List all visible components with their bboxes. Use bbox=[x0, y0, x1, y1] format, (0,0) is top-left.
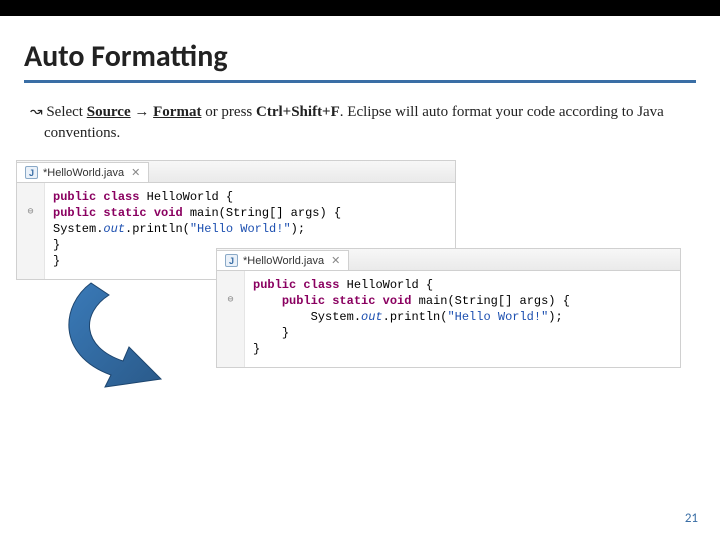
tab-bar: J *HelloWorld.java ✕ bbox=[17, 161, 455, 183]
kw: void bbox=[383, 294, 412, 308]
tok: ); bbox=[548, 310, 562, 324]
bullet-icon: ↝ bbox=[30, 103, 43, 120]
instr-menu1: Source bbox=[87, 104, 131, 120]
fold-icon[interactable]: ⊖ bbox=[217, 293, 244, 309]
java-file-icon: J bbox=[225, 254, 238, 267]
kw: static bbox=[332, 294, 375, 308]
static-field: out bbox=[361, 310, 383, 324]
transition-arrow-icon bbox=[51, 275, 211, 405]
tok: .println( bbox=[383, 310, 448, 324]
tok: { bbox=[419, 278, 433, 292]
close-icon[interactable]: ✕ bbox=[331, 254, 340, 267]
tab-label: *HelloWorld.java bbox=[243, 255, 324, 267]
tok: } bbox=[253, 342, 260, 356]
kw: void bbox=[154, 206, 183, 220]
kw: class bbox=[103, 190, 139, 204]
slide: Auto Formatting ↝ Select Source → Format… bbox=[0, 0, 720, 540]
tok: } bbox=[282, 326, 289, 340]
tok: } bbox=[53, 254, 60, 268]
tok: } bbox=[53, 238, 60, 252]
gutter: ⊖ bbox=[217, 271, 245, 367]
code-area[interactable]: public class HelloWorld { public static … bbox=[245, 271, 680, 367]
tok: { bbox=[219, 190, 233, 204]
instr-shortcut: Ctrl+Shift+F bbox=[256, 104, 340, 120]
cls: HelloWorld bbox=[347, 278, 419, 292]
kw: class bbox=[303, 278, 339, 292]
tab-bar: J *HelloWorld.java ✕ bbox=[217, 249, 680, 271]
gutter: ⊖ bbox=[17, 183, 45, 279]
instruction-text: ↝ Select Source → Format or press Ctrl+S… bbox=[30, 101, 688, 144]
kw: public bbox=[53, 190, 96, 204]
instr-arrow: → bbox=[131, 104, 154, 120]
editor-after: J *HelloWorld.java ✕ ⊖ public class Hell… bbox=[216, 248, 681, 368]
string: "Hello World!" bbox=[190, 222, 291, 236]
tok: main(String[] args) { bbox=[419, 294, 570, 308]
slide-title: Auto Formatting bbox=[24, 38, 696, 83]
close-icon[interactable]: ✕ bbox=[131, 166, 140, 179]
instr-mid: or press bbox=[201, 104, 256, 120]
kw: public bbox=[282, 294, 325, 308]
tok: .println( bbox=[125, 222, 190, 236]
kw: public bbox=[53, 206, 96, 220]
tok: System. bbox=[311, 310, 361, 324]
kw: static bbox=[103, 206, 146, 220]
fold-icon[interactable]: ⊖ bbox=[17, 205, 44, 221]
kw: public bbox=[253, 278, 296, 292]
java-file-icon: J bbox=[25, 166, 38, 179]
tok: System. bbox=[53, 222, 103, 236]
cls: HelloWorld bbox=[147, 190, 219, 204]
tab-label: *HelloWorld.java bbox=[43, 167, 124, 179]
instr-menu2: Format bbox=[153, 104, 201, 120]
page-number: 21 bbox=[685, 511, 698, 526]
instr-pre: Select bbox=[46, 104, 86, 120]
editor-tab[interactable]: J *HelloWorld.java ✕ bbox=[217, 250, 349, 270]
tok: main(String[] args) { bbox=[190, 206, 341, 220]
static-field: out bbox=[103, 222, 125, 236]
tok: ); bbox=[291, 222, 305, 236]
code-body: ⊖ public class HelloWorld { public stati… bbox=[217, 271, 680, 367]
editor-tab[interactable]: J *HelloWorld.java ✕ bbox=[17, 162, 149, 182]
editor-comparison: J *HelloWorld.java ✕ ⊖ public class Hell… bbox=[16, 160, 686, 460]
string: "Hello World!" bbox=[447, 310, 548, 324]
